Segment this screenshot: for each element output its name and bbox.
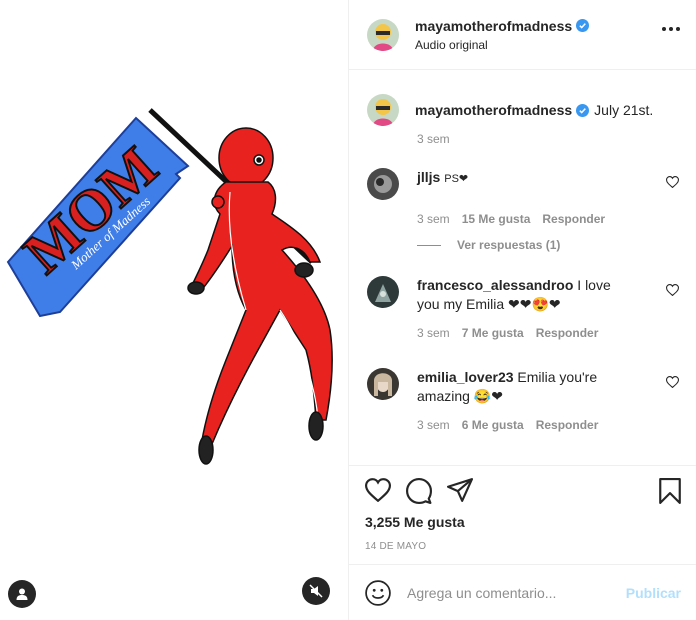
comment-time[interactable]: 3 sem [417,418,450,432]
comment-time[interactable]: 3 sem [417,212,450,226]
muted-speaker-icon [309,584,323,598]
comment-item: jlljs PS❤ 3 sem 15 Me gusta Responder [367,168,687,226]
comment-item: emilia_lover23 Emilia you're amazing 😂❤ … [367,368,687,432]
heart-icon[interactable] [666,176,679,188]
comment-input[interactable] [407,584,607,601]
avatar-image [367,94,399,126]
caption-time[interactable]: 3 sem [417,132,450,146]
post-header: mayamotherofmadness Audio original [349,0,696,70]
view-replies-button[interactable]: Ver respuestas (1) [417,238,560,252]
post-date[interactable]: 14 DE MAYO [365,541,426,552]
publish-button[interactable]: Publicar [626,585,681,601]
verified-badge-icon [576,103,590,117]
audio-label[interactable]: Audio original [415,38,589,52]
author-username[interactable]: mayamotherofmadness [415,18,590,34]
commenter-avatar[interactable] [367,168,399,200]
red-figure [187,127,333,465]
comments-section: mayamotherofmadness July 21st. 3 sem jll… [349,70,696,466]
add-comment-bar: Publicar [349,564,696,620]
comment-time[interactable]: 3 sem [417,326,450,340]
avatar-image [367,368,399,400]
flag: MOM Mother of Madness [6,116,190,318]
verified-badge-icon [576,19,590,32]
post-panel: mayamotherofmadness Audio original mayam… [348,0,696,620]
comment-text: PS❤ [444,173,469,185]
avatar-image [367,168,399,200]
commenter-avatar[interactable] [367,276,399,308]
author-username-text[interactable]: mayamotherofmadness [415,18,572,34]
commenter-username[interactable]: emilia_lover23 [417,369,514,385]
paper-plane-icon[interactable] [447,478,473,502]
avatar-image [367,18,399,51]
comment-likes[interactable]: 15 Me gusta [462,212,531,226]
heart-icon[interactable] [666,284,679,296]
comment-item: francesco_alessandroo I love you my Emil… [367,276,687,340]
commenter-username[interactable]: jlljs [417,169,440,185]
comment-likes[interactable]: 7 Me gusta [462,326,524,340]
tag-button[interactable] [8,580,36,608]
comment-likes[interactable]: 6 Me gusta [462,418,524,432]
post-media[interactable]: MOM Mother of Madness [0,0,348,620]
likes-count[interactable]: 3,255 Me gusta [365,514,465,530]
commenter-avatar[interactable] [367,368,399,400]
reply-button[interactable]: Responder [542,212,605,226]
commenter-username[interactable]: francesco_alessandroo [417,277,573,293]
bookmark-icon[interactable] [659,478,681,504]
author-avatar[interactable] [367,18,399,51]
user-tag-icon [16,588,28,600]
caption-text: July 21st. [594,102,654,118]
heart-icon[interactable] [365,478,391,502]
more-options-icon[interactable] [662,27,680,31]
view-replies-text[interactable]: Ver respuestas (1) [457,238,560,252]
smiley-icon[interactable] [365,579,391,606]
reply-button[interactable]: Responder [536,326,599,340]
mute-button[interactable] [302,577,330,605]
avatar-image [367,276,399,308]
caption: mayamotherofmadness July 21st. [367,94,653,126]
heart-icon[interactable] [666,376,679,388]
caption-avatar[interactable] [367,94,399,126]
reply-button[interactable]: Responder [536,418,599,432]
comment-icon[interactable] [406,478,432,504]
post-artwork: MOM Mother of Madness [6,108,333,465]
caption-username[interactable]: mayamotherofmadness [415,101,572,119]
